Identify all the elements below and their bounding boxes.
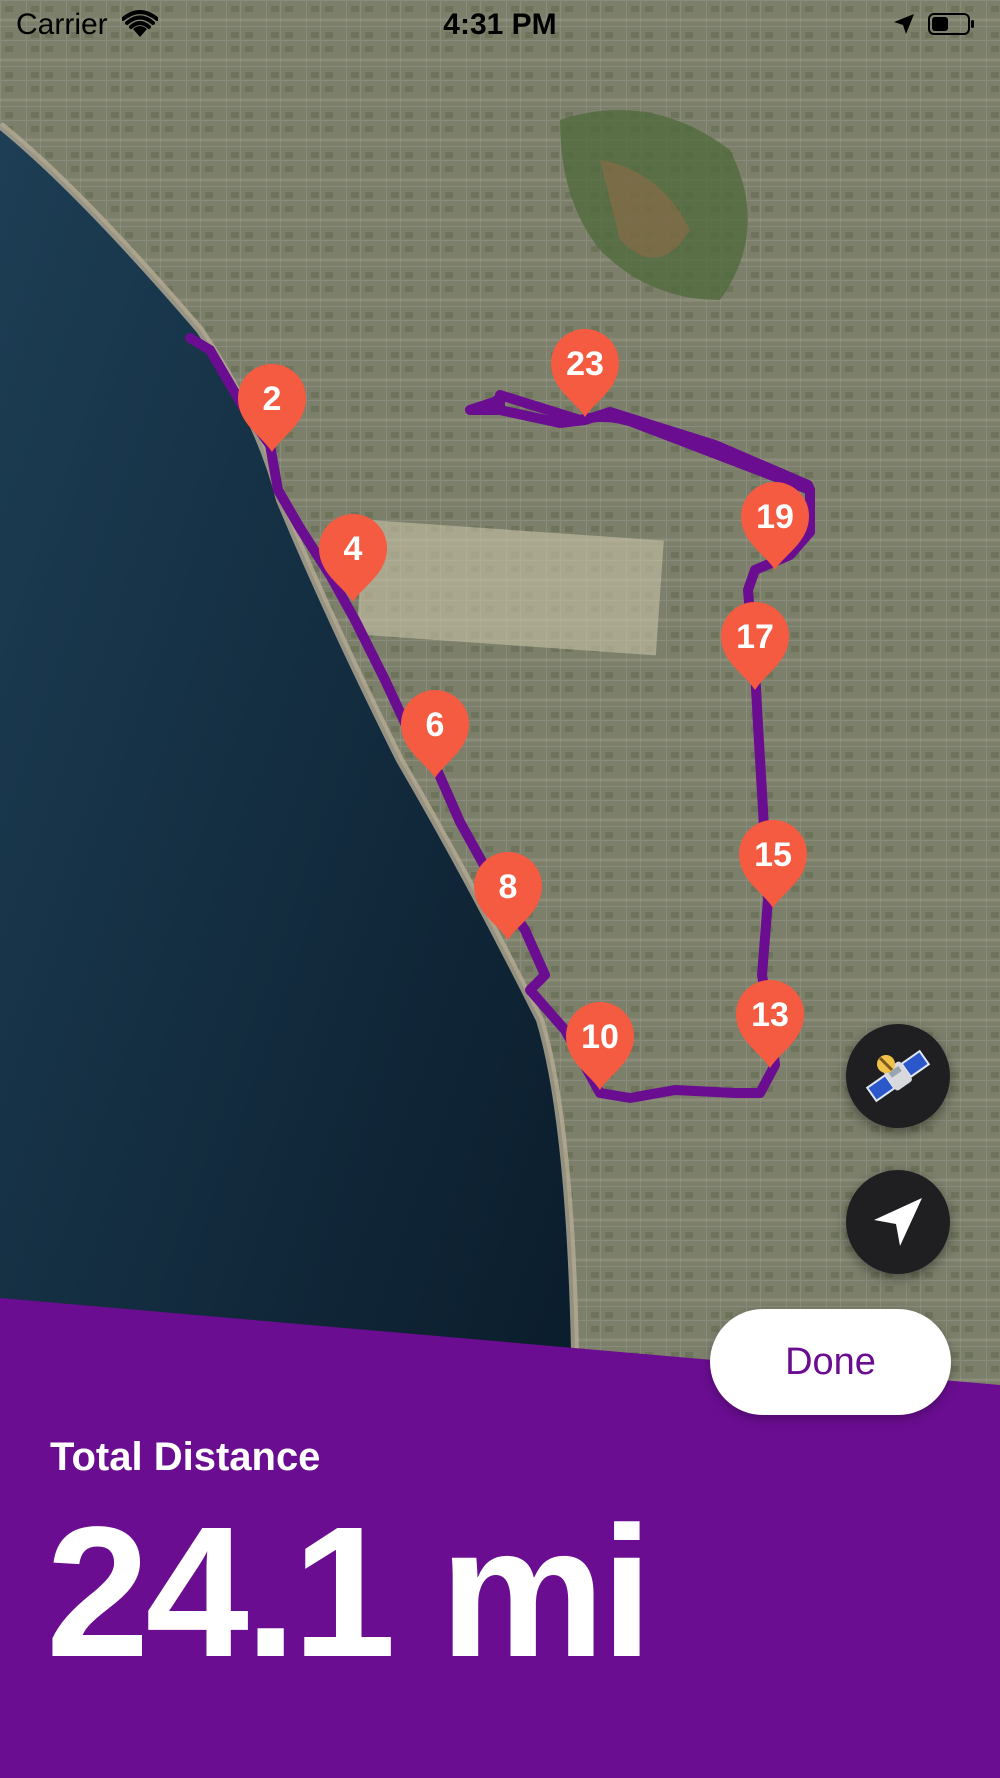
location-arrow-icon [874, 1198, 922, 1246]
marker-label: 23 [566, 345, 604, 383]
marker-label: 6 [426, 706, 445, 744]
map-type-button[interactable] [846, 1024, 950, 1128]
satellite-icon [865, 1049, 931, 1103]
marker-label: 17 [736, 618, 774, 656]
airport-area [356, 519, 664, 656]
marker-label: 10 [581, 1018, 619, 1056]
marker-label: 4 [344, 530, 363, 568]
done-button[interactable]: Done [710, 1309, 951, 1415]
total-distance-label: Total Distance [50, 1435, 321, 1479]
locate-me-button[interactable] [846, 1170, 950, 1274]
marker-label: 15 [754, 836, 792, 874]
status-bar: Carrier 4:31 PM [0, 0, 1000, 50]
marker-label: 2 [263, 380, 282, 418]
marker-label: 19 [756, 498, 794, 536]
status-time: 4:31 PM [443, 8, 557, 41]
marker-label: 13 [751, 996, 789, 1034]
location-services-icon [894, 14, 914, 34]
marker-label: 8 [499, 868, 518, 906]
battery-icon [928, 13, 974, 35]
total-distance-value: 24.1 mi [46, 1489, 653, 1696]
